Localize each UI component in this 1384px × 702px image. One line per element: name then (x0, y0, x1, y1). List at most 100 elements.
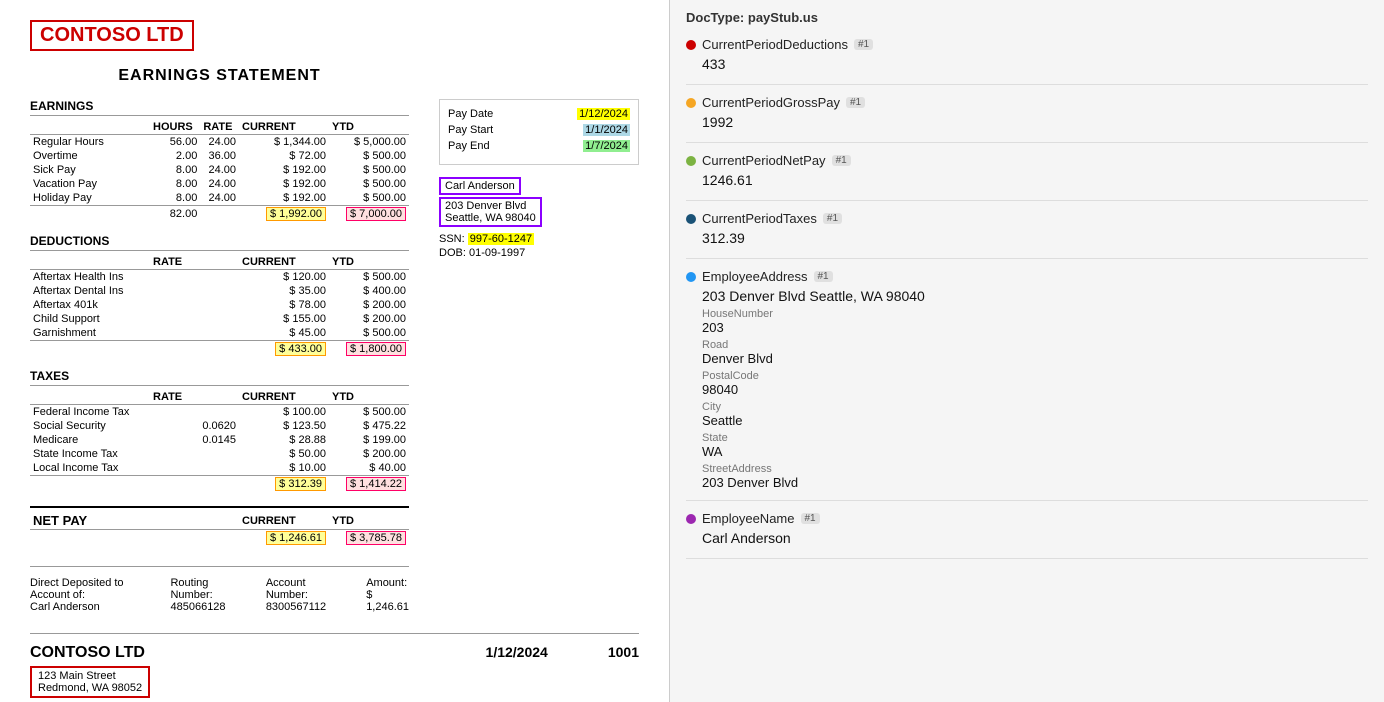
field-dot (686, 40, 696, 50)
earnings-row: Regular Hours 56.00 24.00 $ 1,344.00 $ 5… (30, 135, 409, 150)
dd-amount-area: Amount: $ 1,246.61 (366, 577, 409, 613)
earnings-table: HOURS RATE CURRENT YTD Regular Hours 56.… (30, 120, 409, 222)
ded-row-ytd: $ 200.00 (329, 298, 409, 312)
tax-ytd-highlight: $ 1,414.22 (346, 477, 406, 491)
taxes-table: RATE CURRENT YTD Federal Income Tax $ 10… (30, 390, 409, 492)
field-value: 433 (702, 56, 1368, 72)
field-name: CurrentPeriodNetPay (702, 153, 826, 168)
field-header: CurrentPeriodGrossPay #1 (686, 95, 1368, 110)
earnings-row-ytd: $ 500.00 (329, 163, 409, 177)
pay-end-row: Pay End 1/7/2024 (448, 140, 630, 152)
bottom-address-box: 123 Main Street Redmond, WA 98052 (30, 666, 150, 698)
field-badge: #1 (846, 97, 865, 108)
deductions-header: DEDUCTIONS (30, 234, 409, 251)
net-pay-col-current: CURRENT (239, 512, 329, 530)
earnings-current-highlight: $ 1,992.00 (266, 207, 326, 221)
sub-field-label: Road (702, 339, 1368, 351)
pay-info-box: Pay Date 1/12/2024 Pay Start 1/1/2024 Pa… (439, 99, 639, 165)
pay-date-label: Pay Date (448, 108, 493, 120)
field-dot (686, 156, 696, 166)
pay-date-value: 1/12/2024 (577, 108, 630, 120)
earnings-row-hours: 8.00 (150, 177, 200, 191)
dd-label: Direct Deposited to Account of: (30, 577, 130, 601)
taxes-row: State Income Tax $ 50.00 $ 200.00 (30, 447, 409, 461)
earnings-row: Holiday Pay 8.00 24.00 $ 192.00 $ 500.00 (30, 191, 409, 206)
sub-field-value: Denver Blvd (702, 351, 1368, 366)
deductions-row: Aftertax Dental Ins $ 35.00 $ 400.00 (30, 284, 409, 298)
ded-row-rate (150, 312, 239, 326)
pay-start-label: Pay Start (448, 124, 493, 136)
dd-routing-area: Routing Number: 485066128 (170, 577, 225, 613)
tax-row-current: $ 10.00 (239, 461, 329, 476)
ded-row-ytd: $ 400.00 (329, 284, 409, 298)
bottom-addr-line1: 123 Main Street (38, 670, 142, 682)
sub-field-value: WA (702, 444, 1368, 459)
field-badge: #1 (823, 213, 842, 224)
earnings-total-row: 82.00 $ 1,992.00 $ 7,000.00 (30, 206, 409, 223)
field-item: EmployeeAddress #1 203 Denver Blvd Seatt… (686, 269, 1368, 501)
sub-field: State WA (702, 432, 1368, 459)
dd-name: Carl Anderson (30, 601, 130, 613)
taxes-total-current: $ 312.39 (239, 476, 329, 493)
field-name: CurrentPeriodGrossPay (702, 95, 840, 110)
field-item: CurrentPeriodDeductions #1 433 (686, 37, 1368, 85)
earnings-row: Overtime 2.00 36.00 $ 72.00 $ 500.00 (30, 149, 409, 163)
dd-account: 8300567112 (266, 601, 326, 613)
sub-field-label: StreetAddress (702, 463, 1368, 475)
earnings-row-label: Vacation Pay (30, 177, 150, 191)
employee-addr-box: 203 Denver Blvd Seattle, WA 98040 (439, 197, 542, 227)
bottom-company-name: CONTOSO LTD (30, 644, 150, 662)
sub-field-value: Seattle (702, 413, 1368, 428)
deductions-row: Child Support $ 155.00 $ 200.00 (30, 312, 409, 326)
net-pay-table: NET PAY CURRENT YTD $ 1,246.61 (30, 512, 409, 546)
doctype-label: DocType: (686, 10, 744, 25)
ssn-value: 997-60-1247 (468, 233, 534, 245)
sub-field-label: State (702, 432, 1368, 444)
tax-row-ytd: $ 475.22 (329, 419, 409, 433)
earnings-row-ytd: $ 500.00 (329, 191, 409, 206)
field-header: EmployeeAddress #1 (686, 269, 1368, 284)
earnings-row-label: Sick Pay (30, 163, 150, 177)
earnings-row-current: $ 72.00 (239, 149, 329, 163)
pay-date-row: Pay Date 1/12/2024 (448, 108, 630, 120)
tax-row-ytd: $ 200.00 (329, 447, 409, 461)
ded-row-rate (150, 326, 239, 341)
doctype-row: DocType: payStub.us (686, 10, 1368, 25)
earnings-row-rate: 36.00 (200, 149, 239, 163)
fields-list: CurrentPeriodDeductions #1 433 CurrentPe… (686, 37, 1368, 559)
earnings-col-label (30, 120, 150, 135)
ded-current-highlight: $ 433.00 (275, 342, 326, 356)
field-dot (686, 272, 696, 282)
earnings-row-label: Holiday Pay (30, 191, 150, 206)
earnings-total-current: $ 1,992.00 (239, 206, 329, 223)
tax-row-rate (150, 447, 239, 461)
bottom-addr-line2: Redmond, WA 98052 (38, 682, 142, 694)
ded-row-label: Child Support (30, 312, 150, 326)
earnings-row-current: $ 192.00 (239, 163, 329, 177)
tax-col-rate: RATE (150, 390, 239, 405)
ded-row-rate (150, 270, 239, 285)
ded-row-ytd: $ 500.00 (329, 270, 409, 285)
ded-row-current: $ 155.00 (239, 312, 329, 326)
taxes-row: Local Income Tax $ 10.00 $ 40.00 (30, 461, 409, 476)
ded-ytd-highlight: $ 1,800.00 (346, 342, 406, 356)
sub-field: Road Denver Blvd (702, 339, 1368, 366)
tax-row-rate: 0.0145 (150, 433, 239, 447)
net-pay-current: $ 1,246.61 (239, 530, 329, 547)
sub-field-label: City (702, 401, 1368, 413)
field-dot (686, 214, 696, 224)
tax-row-current: $ 28.88 (239, 433, 329, 447)
bottom-right: 1/12/2024 1001 (486, 644, 639, 660)
direct-deposit-section: Direct Deposited to Account of: Carl And… (30, 566, 409, 613)
tax-row-ytd: $ 500.00 (329, 405, 409, 420)
dd-routing: 485066128 (170, 601, 225, 613)
right-info-area: Pay Date 1/12/2024 Pay Start 1/1/2024 Pa… (439, 67, 639, 613)
earnings-total-ytd: $ 7,000.00 (329, 206, 409, 223)
earnings-row-current: $ 1,344.00 (239, 135, 329, 150)
dd-amount: $ 1,246.61 (366, 589, 409, 613)
field-value: 1246.61 (702, 172, 1368, 188)
field-name: EmployeeName (702, 511, 795, 526)
ded-row-current: $ 120.00 (239, 270, 329, 285)
tax-row-current: $ 123.50 (239, 419, 329, 433)
pay-end-value: 1/7/2024 (583, 140, 630, 152)
